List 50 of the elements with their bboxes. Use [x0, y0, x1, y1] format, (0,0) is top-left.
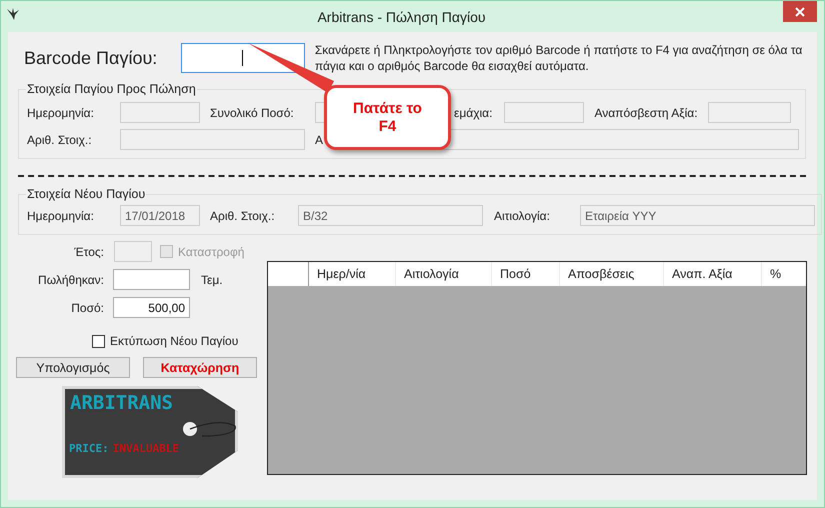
checkbox[interactable]: [92, 334, 105, 348]
barcode-label: Barcode Παγίου:: [24, 48, 158, 68]
field-value: 500,00: [148, 300, 185, 314]
field-label: εμάχια:: [454, 106, 492, 120]
input-field[interactable]: [120, 129, 305, 150]
bird-icon: [6, 7, 20, 21]
field-label: Ημερομηνία:: [27, 106, 95, 120]
input-field[interactable]: 500,00: [113, 297, 190, 318]
column-header[interactable]: %: [761, 262, 806, 286]
checkbox-label: Εκτύπωση Νέου Παγίου: [110, 334, 238, 348]
price-value: INVALUABLE: [112, 442, 179, 455]
column-header[interactable]: Αιτιολογία: [395, 262, 491, 286]
field-label: Αριθ. Στοιχ.:: [27, 132, 93, 146]
field-label: Συνολικό Ποσό:: [210, 106, 295, 120]
input-field[interactable]: [708, 102, 791, 123]
close-icon: [795, 6, 805, 16]
logo-text: ARBITRANS: [70, 392, 173, 414]
column-header[interactable]: Αναπ. Αξία: [663, 262, 761, 286]
checkbox-label: Καταστροφή: [178, 244, 244, 258]
barcode-hint: Σκανάρετε ή Πληκτρολογήστε τον αριθμό Barcode ή πατήστε το F4 για αναζήτηση σε όλα τα πάγια και ο αριθμός Barcode θα εισαχθεί αυτόματα.: [314, 42, 804, 74]
field-label: Αιτιολογία:: [494, 208, 551, 222]
group-title: Στοιχεία Παγίου Προς Πώληση: [26, 82, 197, 96]
field-value: 17/01/2018: [125, 208, 186, 222]
field-label: Πωλήθηκαν:: [37, 272, 104, 286]
price-label: PRICE:: [69, 442, 109, 455]
input-field[interactable]: Εταιρεία YYY: [580, 205, 815, 226]
field-label: Ποσό:: [70, 300, 104, 314]
column-header[interactable]: Ποσό: [491, 262, 559, 286]
column-header[interactable]: Αποσβέσεις: [559, 262, 663, 286]
window-title: Arbitrans - Πώληση Παγίου: [316, 9, 487, 25]
field-label: Αριθ. Στοιχ.:: [210, 208, 276, 222]
input-field[interactable]: [120, 102, 200, 123]
column-header[interactable]: Ημερ/νία: [308, 262, 395, 286]
field-value: B/32: [303, 208, 328, 222]
close-button[interactable]: [783, 1, 817, 22]
barcode-field[interactable]: [180, 43, 305, 73]
calculate-button[interactable]: Υπολογισμός: [16, 357, 130, 378]
submit-button[interactable]: Καταχώρηση: [143, 357, 257, 378]
callout-tooltip: Πατάτε το F4: [324, 85, 451, 150]
field-label: Ημερομηνία:: [27, 208, 95, 222]
field-label: Έτος:: [73, 244, 104, 258]
unit-label: Τεμ.: [201, 272, 223, 286]
field-value: Εταιρεία YYY: [585, 208, 656, 222]
input-field[interactable]: 17/01/2018: [120, 205, 200, 226]
input-field[interactable]: [113, 269, 190, 290]
input-field[interactable]: [504, 102, 584, 123]
field-label: Αναπόσβεστη Αξία:: [594, 106, 698, 120]
group-title: Στοιχεία Νέου Παγίου: [26, 187, 146, 201]
field-label: Α: [315, 132, 324, 146]
input-field[interactable]: B/32: [298, 205, 483, 226]
